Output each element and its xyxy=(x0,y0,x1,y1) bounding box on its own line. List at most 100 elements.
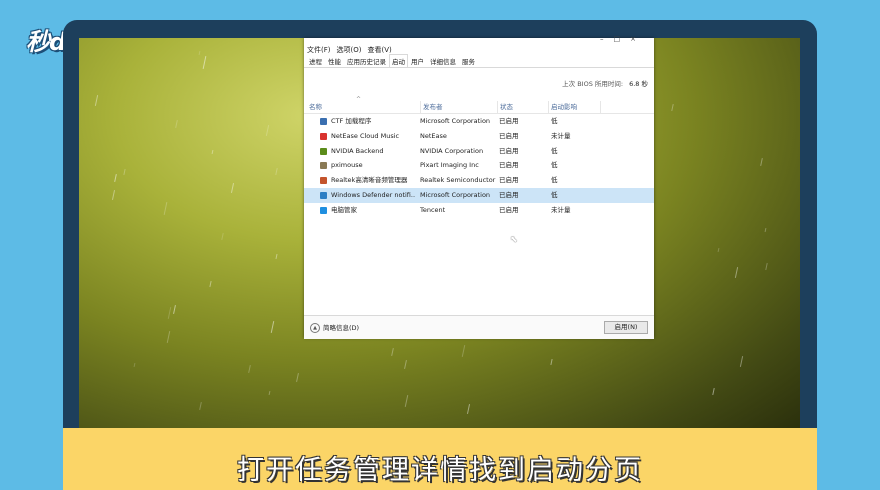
bios-time: 上次 BIOS 所用时间: 6.8 秒 xyxy=(562,78,648,88)
item-impact: 未计量 xyxy=(551,205,571,214)
column-publisher[interactable]: 发布者 xyxy=(420,101,443,113)
item-name: Realtek高清晰音频管理器 xyxy=(331,176,408,185)
item-impact: 低 xyxy=(551,190,558,199)
column-status[interactable]: 状态 xyxy=(497,101,513,113)
tab-users[interactable]: 用户 xyxy=(408,54,427,67)
rain-streak xyxy=(461,345,466,357)
rain-streak xyxy=(211,149,214,155)
rain-streak xyxy=(167,307,172,319)
item-publisher: Microsoft Corporation xyxy=(420,117,491,125)
rain-streak xyxy=(671,103,674,112)
rain-streak xyxy=(166,331,171,343)
item-name: 电脑管家 xyxy=(331,205,357,214)
pen-icon xyxy=(320,118,327,125)
rain-streak xyxy=(265,125,270,136)
bios-time-value: 6.8 秒 xyxy=(629,80,648,88)
item-publisher: Tencent xyxy=(420,205,446,214)
list-item[interactable]: 电脑管家 Tencent 已启用 未计量 xyxy=(304,203,654,218)
item-status: 已启用 xyxy=(499,131,519,140)
rain-streak xyxy=(268,390,271,396)
rain-streak xyxy=(175,119,178,129)
tab-strip: 进程 性能 应用历史记录 启动 用户 详细信息 服务 xyxy=(304,54,654,68)
speaker-icon xyxy=(320,177,327,185)
rain-streak xyxy=(202,56,207,69)
defender-shield-icon xyxy=(320,191,327,199)
item-publisher: NetEase xyxy=(420,131,447,140)
item-name: CTF 加载程序 xyxy=(331,117,372,125)
tab-processes[interactable]: 进程 xyxy=(306,54,325,67)
rain-streak xyxy=(230,183,235,193)
rain-streak xyxy=(199,401,202,411)
item-status: 已启用 xyxy=(499,117,519,125)
column-divider xyxy=(600,101,602,113)
netease-music-icon xyxy=(320,132,327,140)
rain-streak xyxy=(221,232,224,241)
rain-streak xyxy=(275,167,278,176)
list-item[interactable]: CTF 加载程序 Microsoft Corporation 已启用 低 xyxy=(304,114,654,129)
rain-streak xyxy=(123,168,126,176)
rain-streak xyxy=(765,262,768,271)
menu-view[interactable]: 查看(V) xyxy=(367,45,391,55)
bios-time-label: 上次 BIOS 所用时间: xyxy=(562,80,624,88)
rain-streak xyxy=(712,387,715,396)
mouse-icon xyxy=(320,162,327,170)
pc-manager-icon xyxy=(320,206,327,214)
item-impact: 未计量 xyxy=(551,131,571,140)
item-publisher: NVIDIA Corporation xyxy=(420,146,484,155)
list-item[interactable]: NetEase Cloud Music NetEase 已启用 未计量 xyxy=(304,129,654,144)
item-name: pximouse xyxy=(331,161,363,170)
tab-services[interactable]: 服务 xyxy=(459,54,478,67)
fewer-details-label: 简略信息(D) xyxy=(323,324,360,332)
menu-file[interactable]: 文件(F) xyxy=(307,45,331,55)
window-controls[interactable]: –□× xyxy=(600,35,646,43)
item-impact: 低 xyxy=(551,176,558,185)
title-bar: –□× xyxy=(304,35,654,44)
task-manager-window: –□× 文件(F) 选项(O) 查看(V) 进程 性能 应用历史记录 启动 用户… xyxy=(304,35,654,339)
rain-streak xyxy=(114,173,117,183)
enable-button[interactable]: 启用(N) xyxy=(604,321,648,334)
menu-options[interactable]: 选项(O) xyxy=(337,45,362,55)
footer-bar: ▲ 简略信息(D) 启用(N) xyxy=(304,315,654,339)
rain-streak xyxy=(739,356,744,367)
item-status: 已启用 xyxy=(499,205,519,214)
rain-streak xyxy=(764,227,767,233)
item-name: Windows Defender notifi... xyxy=(331,190,415,199)
fewer-details-link[interactable]: ▲ 简略信息(D) xyxy=(310,322,359,333)
rain-streak xyxy=(198,50,201,56)
item-publisher: Microsoft Corporation xyxy=(420,190,491,199)
item-impact: 低 xyxy=(551,146,558,155)
rain-streak xyxy=(173,304,176,315)
rain-streak xyxy=(163,202,168,215)
item-status: 已启用 xyxy=(499,190,519,199)
rain-streak xyxy=(550,358,553,366)
list-item[interactable]: pximouse Pixart Imaging Inc 已启用 低 xyxy=(304,158,654,173)
list-item[interactable]: NVIDIA Backend NVIDIA Corporation 已启用 低 xyxy=(304,144,654,159)
rain-streak xyxy=(275,253,278,260)
startup-list: CTF 加载程序 Microsoft Corporation 已启用 低 Net… xyxy=(304,114,654,218)
rain-streak xyxy=(404,395,409,407)
rain-streak xyxy=(270,321,275,333)
item-status: 已启用 xyxy=(499,161,519,170)
tab-details[interactable]: 详细信息 xyxy=(427,54,459,67)
rain-streak xyxy=(734,267,739,278)
mouse-cursor-icon: ⬉ xyxy=(510,235,518,245)
tab-startup[interactable]: 启动 xyxy=(389,54,408,67)
column-header-row: 名称 发布者 状态 启动影响 xyxy=(304,101,654,114)
item-status: 已启用 xyxy=(499,176,519,185)
nvidia-icon xyxy=(320,147,327,155)
tab-app-history[interactable]: 应用历史记录 xyxy=(344,54,389,67)
column-startup-impact[interactable]: 启动影响 xyxy=(548,101,577,113)
item-status: 已启用 xyxy=(499,146,519,155)
item-name: NetEase Cloud Music xyxy=(331,131,400,140)
rain-streak xyxy=(760,157,763,167)
list-item-selected[interactable]: Windows Defender notifi... Microsoft Cor… xyxy=(304,187,654,203)
rain-streak xyxy=(296,372,299,383)
subtitle-caption: 打开任务管理详情找到启动分页 xyxy=(237,455,643,486)
rain-streak xyxy=(404,359,407,370)
item-impact: 低 xyxy=(551,117,558,125)
rain-streak xyxy=(209,280,212,288)
tab-performance[interactable]: 性能 xyxy=(325,54,344,67)
column-name[interactable]: 名称 xyxy=(309,101,322,113)
chevron-up-icon: ▲ xyxy=(310,323,320,333)
list-item[interactable]: Realtek高清晰音频管理器 Realtek Semiconductor 已启… xyxy=(304,173,654,188)
